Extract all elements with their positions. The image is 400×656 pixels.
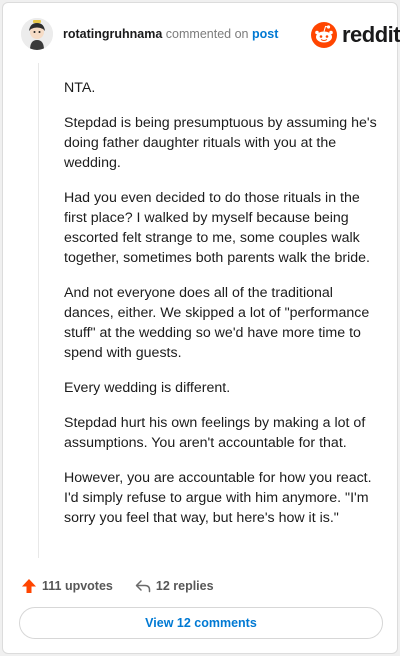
comment-body: NTA. Stepdad is being presumptuous by as… <box>64 78 384 543</box>
comment-paragraph: And not everyone does all of the traditi… <box>64 285 370 361</box>
reddit-wordmark: reddit <box>342 22 400 47</box>
comment-paragraph: However, you are accountable for how you… <box>64 470 372 526</box>
upvote-arrow-icon <box>22 579 36 593</box>
upvote-button[interactable]: 111 upvotes <box>21 578 113 594</box>
comment-paragraph: Stepdad is being presumptuous by assumin… <box>64 115 377 171</box>
upvote-count: 111 upvotes <box>42 579 113 593</box>
comment-paragraph: Had you even decided to do those rituals… <box>64 190 370 266</box>
reddit-snoo-icon <box>311 22 337 48</box>
comment-paragraph: Every wedding is different. <box>64 380 231 396</box>
view-comments-button[interactable]: View 12 comments <box>19 607 383 639</box>
replies-button[interactable]: 12 replies <box>135 578 214 594</box>
avatar-image-icon <box>21 18 53 50</box>
reddit-logo[interactable]: reddit <box>311 21 400 49</box>
byline: rotatingruhnama commented on post <box>63 27 278 41</box>
reply-arrow-icon <box>135 580 151 593</box>
replies-count: 12 replies <box>155 579 214 593</box>
avatar[interactable] <box>21 18 53 50</box>
username-link[interactable]: rotatingruhnama <box>63 27 162 41</box>
commented-on-text: commented on <box>165 27 249 41</box>
comment-header: rotatingruhnama commented on post reddit <box>3 3 400 63</box>
comment-paragraph: Stepdad hurt his own feelings by making … <box>64 415 366 451</box>
comment-card: rotatingruhnama commented on post reddit… <box>2 2 400 654</box>
comment-paragraph: NTA. <box>64 80 96 96</box>
comment-actions: 111 upvotes 12 replies <box>21 576 214 596</box>
post-link[interactable]: post <box>252 27 278 41</box>
thread-line[interactable] <box>38 63 39 558</box>
